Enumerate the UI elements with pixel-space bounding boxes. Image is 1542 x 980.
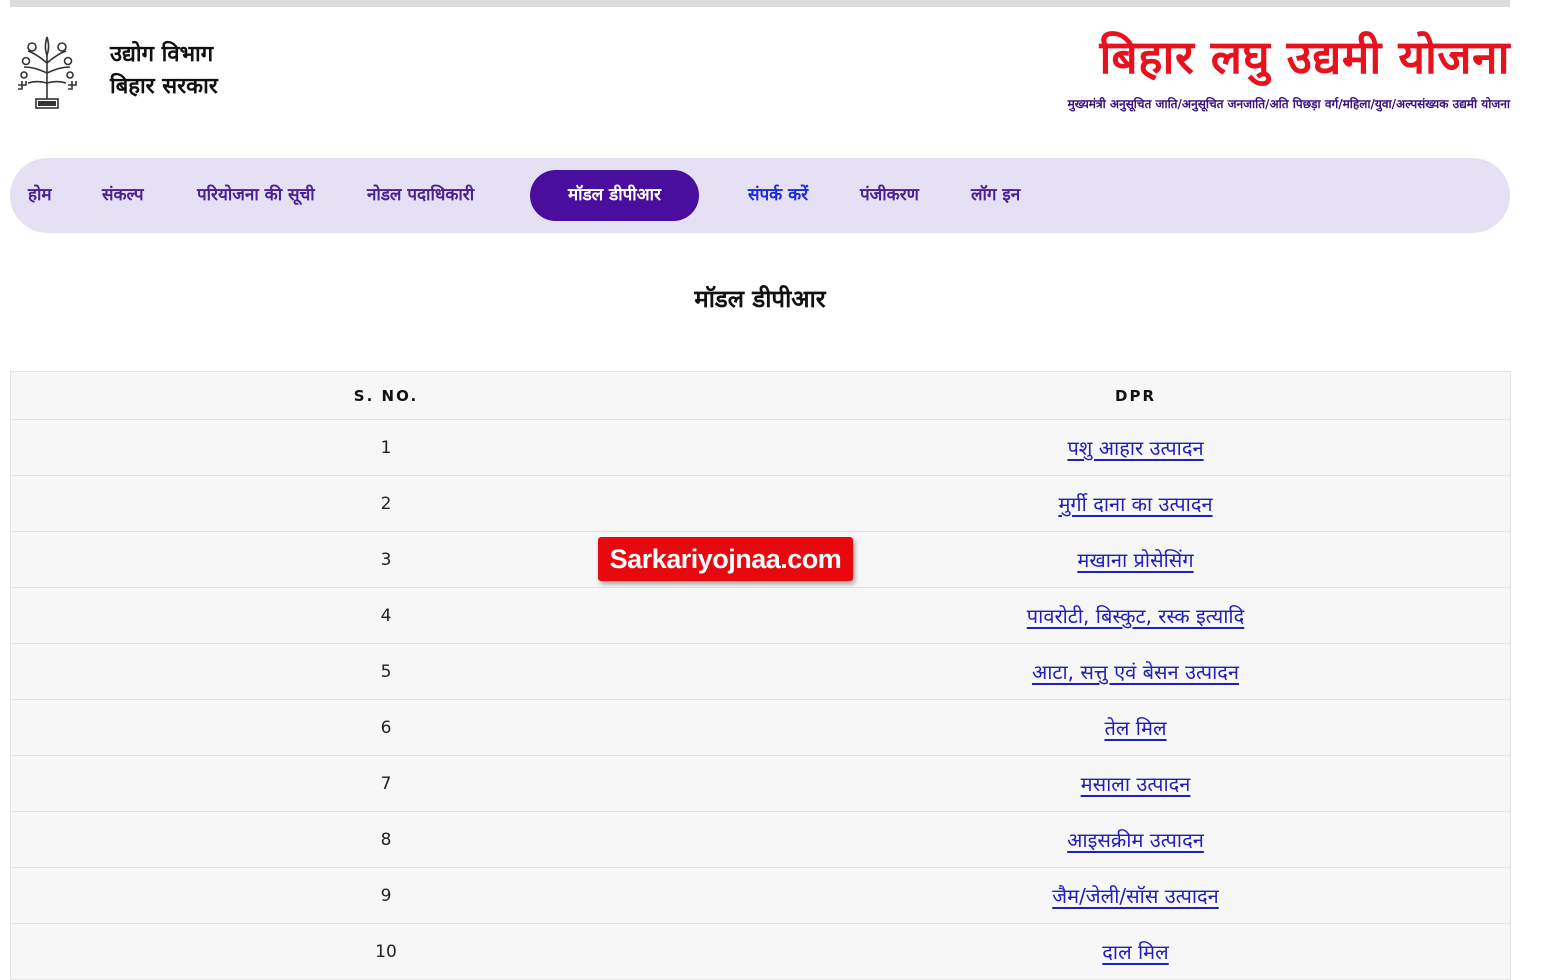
row-sno: 1 bbox=[380, 437, 392, 458]
row-sno: 9 bbox=[380, 885, 392, 906]
table-header-row: S. NO. DPR bbox=[11, 372, 1510, 420]
table-row: 6 तेल मिल bbox=[11, 700, 1510, 756]
row-sno: 5 bbox=[380, 661, 392, 682]
department-name: उद्योग विभाग बिहार सरकार bbox=[110, 39, 218, 103]
dpr-link[interactable]: आइसक्रीम उत्पादन bbox=[1067, 826, 1204, 853]
brand-title: बिहार लघु उद्यमी योजना bbox=[1099, 30, 1510, 84]
nav-item-login[interactable]: लॉग इन bbox=[971, 158, 1020, 233]
brand-block: बिहार लघु उद्यमी योजना मुख्यमंत्री अनुसू… bbox=[1068, 29, 1510, 113]
bihar-emblem-icon[interactable] bbox=[14, 33, 80, 117]
column-header-dpr: DPR bbox=[1115, 386, 1156, 405]
row-sno: 4 bbox=[380, 605, 392, 626]
nav-item-resolution[interactable]: संकल्प bbox=[102, 158, 144, 233]
row-sno: 8 bbox=[380, 829, 392, 850]
top-divider bbox=[10, 0, 1510, 7]
row-sno: 2 bbox=[380, 493, 392, 514]
table-row: 4 पावरोटी, बिस्कुट, रस्क इत्यादि bbox=[11, 588, 1510, 644]
table-row: 5 आटा, सत्तु एवं बेसन उत्पादन bbox=[11, 644, 1510, 700]
dpr-link[interactable]: जैम/जेली/सॉस उत्पादन bbox=[1052, 882, 1218, 909]
column-header-sno: S. NO. bbox=[353, 386, 419, 405]
table-row: 2 मुर्गी दाना का उत्पादन bbox=[11, 476, 1510, 532]
dpr-link[interactable]: मुर्गी दाना का उत्पादन bbox=[1058, 490, 1212, 517]
dpr-link[interactable]: पशु आहार उत्पादन bbox=[1067, 434, 1203, 461]
dpr-link[interactable]: मखाना प्रोसेसिंग bbox=[1077, 546, 1193, 573]
row-sno: 6 bbox=[380, 717, 392, 738]
brand-subtitle: मुख्यमंत्री अनुसूचित जाति/अनुसूचित जनजात… bbox=[1067, 97, 1510, 111]
dpr-link[interactable]: तेल मिल bbox=[1104, 714, 1166, 741]
dpr-link[interactable]: मसाला उत्पादन bbox=[1081, 770, 1191, 797]
site-header: उद्योग विभाग बिहार सरकार बिहार लघु उद्यम… bbox=[0, 7, 1542, 147]
row-sno: 7 bbox=[380, 773, 392, 794]
dpr-link[interactable]: आटा, सत्तु एवं बेसन उत्पादन bbox=[1032, 658, 1239, 685]
nav-item-nodal-officer[interactable]: नोडल पदाधिकारी bbox=[367, 158, 474, 233]
dpr-link[interactable]: दाल मिल bbox=[1102, 938, 1168, 965]
main-navigation: होम संकल्प परियोजना की सूची नोडल पदाधिका… bbox=[10, 158, 1510, 233]
table-row: 1 पशु आहार उत्पादन bbox=[11, 420, 1510, 476]
watermark-badge: Sarkariyojnaa.com bbox=[598, 537, 853, 581]
page-title: मॉडल डीपीआर bbox=[694, 285, 826, 313]
nav-item-contact[interactable]: संपर्क करें bbox=[748, 158, 808, 233]
table-row: 7 मसाला उत्पादन bbox=[11, 756, 1510, 812]
nav-item-registration[interactable]: पंजीकरण bbox=[860, 158, 919, 233]
table-row: 9 जैम/जेली/सॉस उत्पादन bbox=[11, 868, 1510, 924]
row-sno: 10 bbox=[375, 941, 397, 962]
nav-item-home[interactable]: होम bbox=[28, 158, 52, 233]
nav-item-project-list[interactable]: परियोजना की सूची bbox=[197, 158, 315, 233]
dpr-link[interactable]: पावरोटी, बिस्कुट, रस्क इत्यादि bbox=[1027, 602, 1244, 629]
department-line-1: उद्योग विभाग bbox=[110, 42, 214, 67]
table-row: 8 आइसक्रीम उत्पादन bbox=[11, 812, 1510, 868]
table-row: 10 दाल मिल bbox=[11, 924, 1510, 979]
department-line-2: बिहार सरकार bbox=[110, 74, 218, 99]
dpr-table: S. NO. DPR 1 पशु आहार उत्पादन 2 मुर्गी द… bbox=[10, 371, 1511, 980]
nav-item-model-dpr[interactable]: मॉडल डीपीआर bbox=[530, 170, 699, 221]
